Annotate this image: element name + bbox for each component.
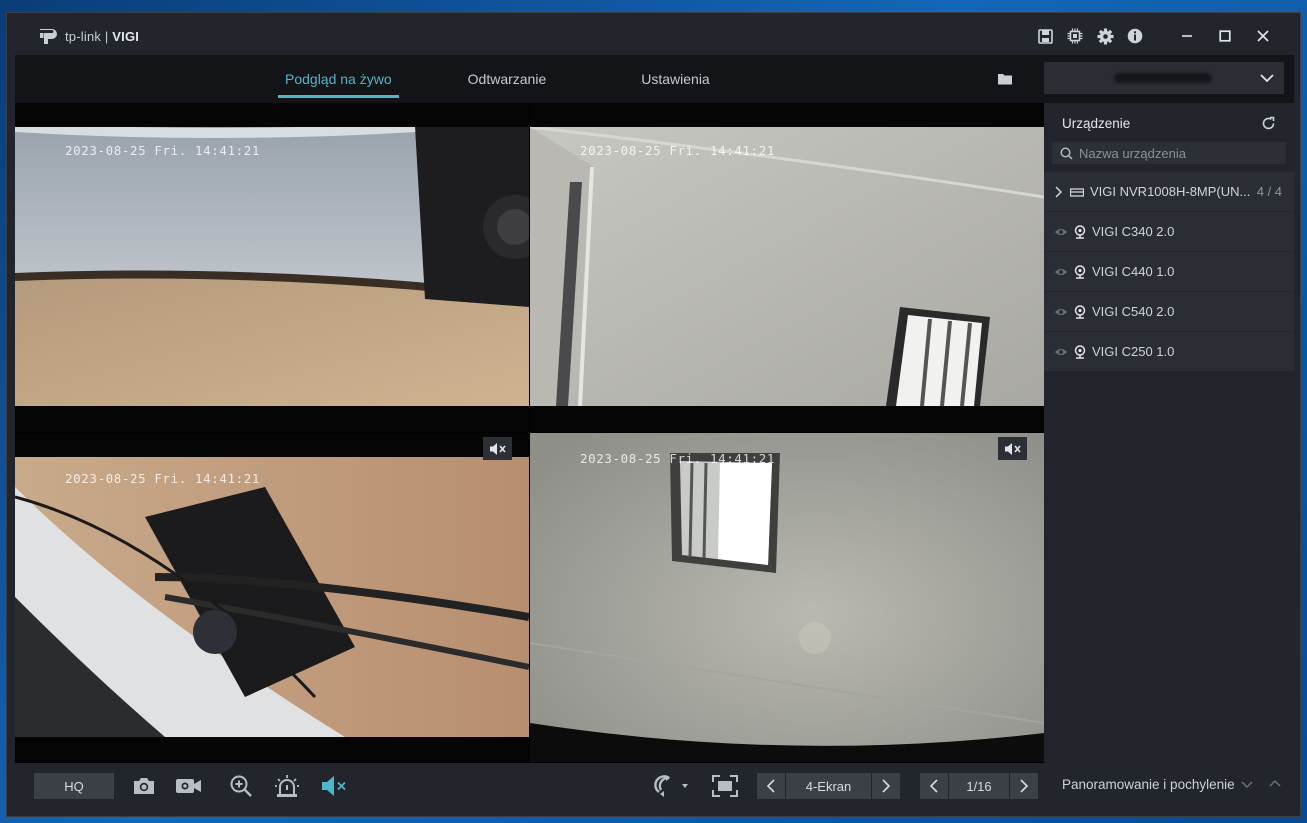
device-search	[1052, 142, 1286, 164]
refresh-icon[interactable]	[1261, 116, 1276, 131]
speaker-muted-icon	[489, 442, 506, 455]
gear-icon[interactable]	[1090, 25, 1120, 47]
minimize-icon[interactable]	[1168, 25, 1206, 47]
audio-muted-icon[interactable]	[320, 772, 348, 800]
eye-icon[interactable]	[1054, 347, 1068, 357]
timestamp-overlay: 2023-08-25 Fri. 14:41:21	[65, 143, 261, 158]
camera-feed-4[interactable]: 2023-08-25 Fri. 14:41:21	[530, 433, 1044, 762]
page-value: 1/16	[949, 773, 1009, 799]
timestamp-overlay: 2023-08-25 Fri. 14:41:21	[580, 451, 776, 466]
nvr-name: VIGI NVR1008H-8MP(UN...	[1090, 184, 1250, 199]
bottom-toolbar: HQ 4-Ekran 1/16 Panoramowanie i pochylen…	[15, 763, 1294, 811]
digital-zoom-icon[interactable]	[227, 772, 255, 800]
layout-value: 4-Ekran	[786, 773, 871, 799]
ptz-panel-toggle[interactable]: Panoramowanie i pochylenie	[1062, 777, 1235, 792]
live-view-grid: 2023-08-25 Fri. 14:41:21 2023-08-25 Fri.…	[15, 103, 1044, 763]
search-icon	[1060, 146, 1073, 160]
tab-playback[interactable]: Odtwarzanie	[448, 55, 567, 103]
tab-live-view[interactable]: Podgląd na żywo	[265, 55, 412, 103]
camera-feed-1[interactable]: 2023-08-25 Fri. 14:41:21	[15, 103, 529, 432]
device-panel-header: Urządzenie	[1044, 108, 1294, 138]
nvr-device-icon	[1070, 187, 1084, 197]
camera-image-1	[15, 127, 529, 406]
logo-text: tp-link | VIGI	[65, 28, 140, 44]
save-disk-icon[interactable]	[1030, 25, 1060, 47]
maximize-icon[interactable]	[1206, 25, 1244, 47]
fullscreen-icon[interactable]	[711, 772, 739, 800]
camera-row[interactable]: VIGI C540 2.0	[1044, 292, 1294, 332]
chevron-left-icon	[766, 779, 775, 793]
close-icon[interactable]	[1244, 25, 1282, 47]
chip-icon[interactable]	[1060, 25, 1090, 47]
tab-list: Podgląd na żywo Odtwarzanie Ustawienia	[265, 55, 730, 103]
camera-image-2	[530, 127, 1044, 406]
camera-name: VIGI C440 1.0	[1092, 264, 1175, 279]
camera-name: VIGI C340 2.0	[1092, 224, 1175, 239]
camera-icon	[1074, 264, 1086, 279]
mute-toggle[interactable]	[483, 437, 512, 460]
title-icons	[1030, 25, 1282, 47]
device-search-input[interactable]	[1079, 145, 1279, 161]
layout-prev-button[interactable]	[757, 773, 785, 799]
device-panel-title: Urządzenie	[1062, 115, 1131, 131]
sequence-rotate-icon[interactable]	[649, 772, 689, 800]
timestamp-overlay: 2023-08-25 Fri. 14:41:21	[65, 471, 261, 486]
nvr-dropdown[interactable]	[1044, 62, 1284, 94]
info-icon[interactable]	[1120, 25, 1150, 47]
main-nav: Podgląd na żywo Odtwarzanie Ustawienia	[15, 55, 1294, 103]
snapshot-camera-icon[interactable]	[130, 772, 158, 800]
tab-settings[interactable]: Ustawienia	[621, 55, 729, 103]
camera-name: VIGI C540 2.0	[1092, 304, 1175, 319]
redacted-device-name	[1114, 73, 1212, 83]
title-bar: tp-link | VIGI	[7, 13, 1300, 55]
chevron-left-icon	[929, 779, 938, 793]
camera-name: VIGI C250 1.0	[1092, 344, 1175, 359]
layout-next-button[interactable]	[872, 773, 900, 799]
device-panel: Urządzenie VIGI NVR1008H-8MP(UN... 4 / 4…	[1044, 103, 1294, 763]
alarm-siren-icon[interactable]	[273, 772, 301, 800]
chevron-down-icon[interactable]	[1241, 779, 1253, 789]
chevron-right-icon	[882, 779, 891, 793]
chevron-right-icon[interactable]	[1054, 185, 1064, 198]
device-tree: VIGI NVR1008H-8MP(UN... 4 / 4 VIGI C340 …	[1044, 172, 1294, 372]
page-next-button[interactable]	[1010, 773, 1038, 799]
nvr-row[interactable]: VIGI NVR1008H-8MP(UN... 4 / 4	[1044, 172, 1294, 212]
quality-button[interactable]: HQ	[34, 773, 114, 799]
camera-icon	[1074, 304, 1086, 319]
camera-row[interactable]: VIGI C250 1.0	[1044, 332, 1294, 372]
camera-icon	[1074, 344, 1086, 359]
timestamp-overlay: 2023-08-25 Fri. 14:41:21	[580, 143, 776, 158]
camera-feed-3[interactable]: 2023-08-25 Fri. 14:41:21	[15, 433, 529, 762]
speaker-muted-icon	[1004, 442, 1021, 455]
tp-link-logo-icon	[40, 29, 57, 44]
mute-toggle[interactable]	[998, 437, 1027, 460]
eye-icon[interactable]	[1054, 267, 1068, 277]
camera-image-3	[15, 457, 529, 737]
camera-icon	[1074, 224, 1086, 239]
chevron-down-icon	[1260, 74, 1274, 83]
page-prev-button[interactable]	[920, 773, 948, 799]
app-logo: tp-link | VIGI	[37, 25, 139, 47]
eye-icon[interactable]	[1054, 307, 1068, 317]
nvr-channel-count: 4 / 4	[1256, 184, 1282, 199]
chevron-right-icon	[1020, 779, 1029, 793]
camera-image-4	[530, 433, 1044, 762]
camera-row[interactable]: VIGI C340 2.0	[1044, 212, 1294, 252]
camera-row[interactable]: VIGI C440 1.0	[1044, 252, 1294, 292]
folder-icon[interactable]	[995, 70, 1015, 88]
record-video-icon[interactable]	[175, 772, 203, 800]
camera-feed-2[interactable]: 2023-08-25 Fri. 14:41:21	[530, 103, 1044, 432]
chevron-up-icon[interactable]	[1269, 779, 1281, 789]
eye-icon[interactable]	[1054, 227, 1068, 237]
app-window: tp-link | VIGI Podgląd na żywo Odtwarzan…	[6, 12, 1301, 817]
